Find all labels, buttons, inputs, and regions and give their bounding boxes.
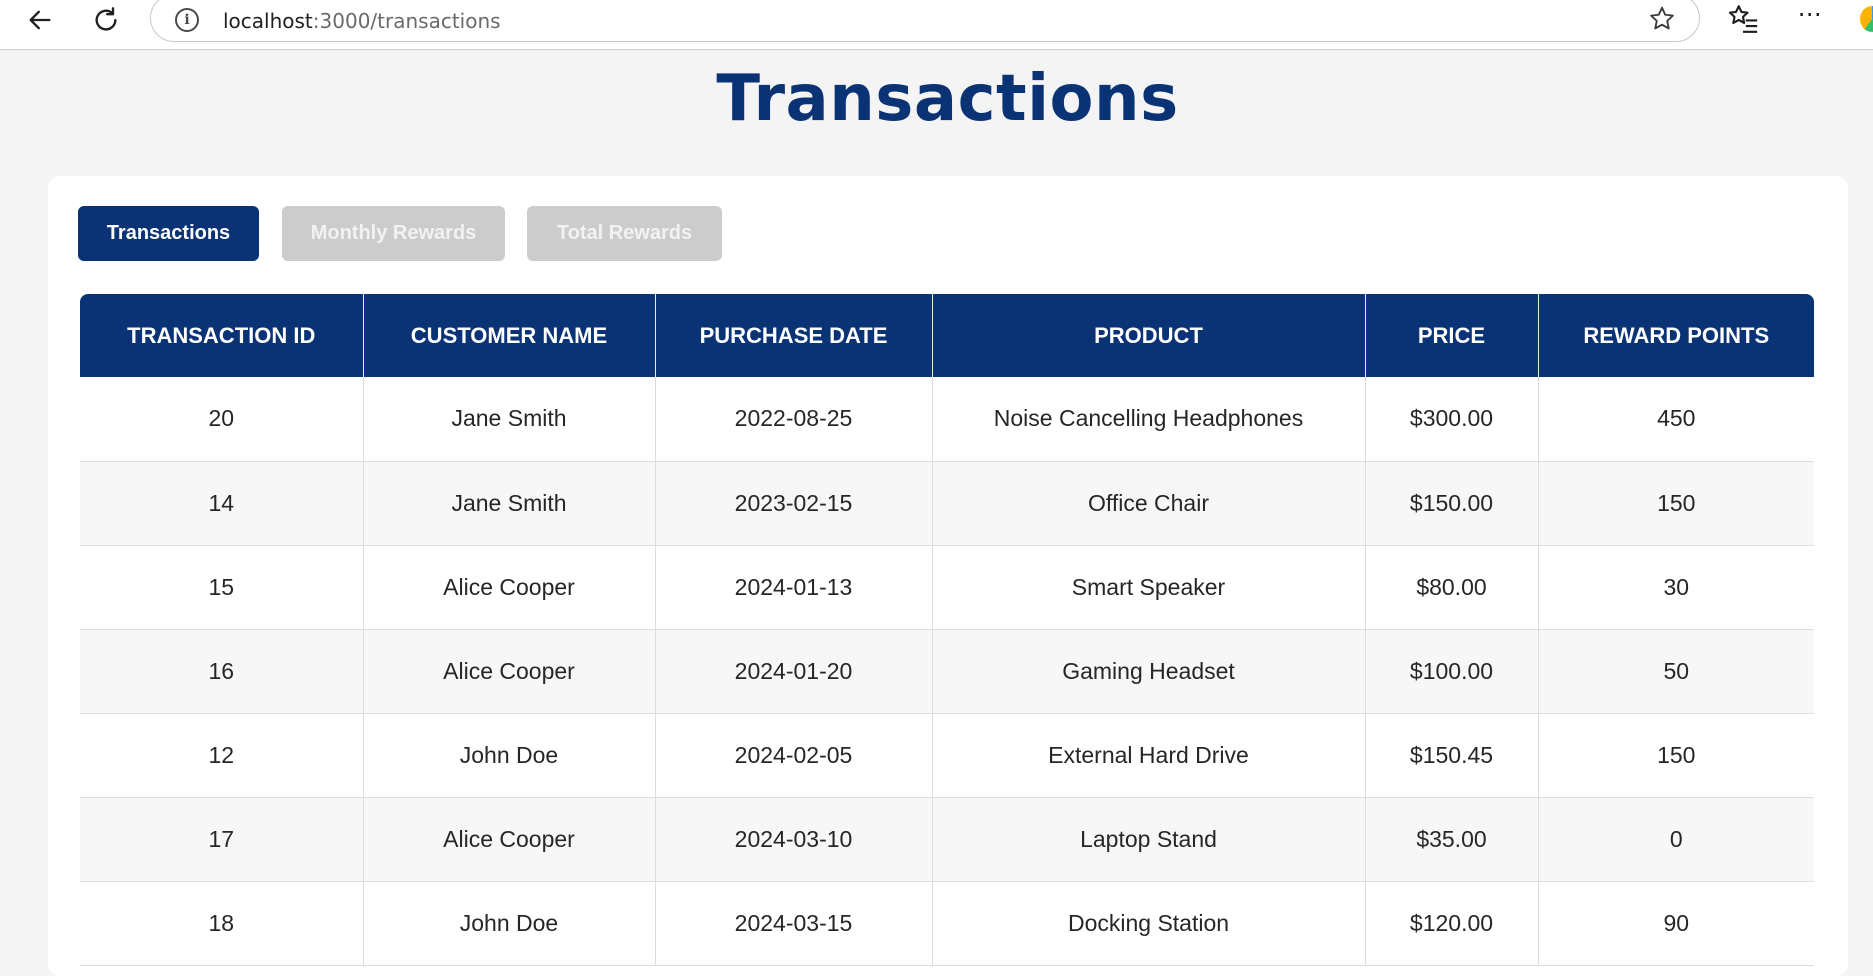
- table-row: 18 John Doe 2024-03-15 Docking Station $…: [80, 881, 1814, 966]
- cell-reward-points: 30: [1538, 545, 1814, 630]
- cell-reward-points: 0: [1538, 797, 1814, 882]
- content-card: Transactions Monthly Rewards Total Rewar…: [48, 176, 1848, 976]
- header-transaction-id[interactable]: TRANSACTION ID: [80, 294, 364, 377]
- cell-reward-points: 450: [1538, 377, 1814, 462]
- tab-monthly-rewards[interactable]: Monthly Rewards: [282, 206, 505, 261]
- cell-purchase-date: 2024-01-13: [655, 545, 933, 630]
- table-row: 12 John Doe 2024-02-05 External Hard Dri…: [80, 713, 1814, 798]
- cell-product: Office Chair: [932, 461, 1366, 546]
- cell-purchase-date: 2022-08-25: [655, 377, 933, 462]
- cell-product: Laptop Stand: [932, 797, 1366, 882]
- cell-reward-points: 150: [1538, 713, 1814, 798]
- cell-price: $300.00: [1365, 377, 1539, 462]
- cell-transaction-id: 15: [80, 545, 364, 630]
- header-reward-points[interactable]: REWARD POINTS: [1538, 294, 1814, 377]
- cell-reward-points: 90: [1538, 881, 1814, 966]
- cell-purchase-date: 2024-02-05: [655, 713, 933, 798]
- site-info-icon[interactable]: i: [175, 8, 199, 32]
- cell-price: $150.00: [1365, 461, 1539, 546]
- cell-transaction-id: 14: [80, 461, 364, 546]
- cell-customer-name: Jane Smith: [363, 461, 656, 546]
- cell-customer-name: Jane Smith: [363, 377, 656, 462]
- table-row: 15 Alice Cooper 2024-01-13 Smart Speaker…: [80, 545, 1814, 630]
- cell-customer-name: John Doe: [363, 881, 656, 966]
- url-text[interactable]: localhost:3000/transactions: [223, 9, 501, 33]
- cell-purchase-date: 2023-02-15: [655, 461, 933, 546]
- cell-price: $80.00: [1365, 545, 1539, 630]
- cell-transaction-id: 20: [80, 377, 364, 462]
- cell-purchase-date: 2024-03-10: [655, 797, 933, 882]
- table-row: 16 Alice Cooper 2024-01-20 Gaming Headse…: [80, 629, 1814, 714]
- cell-transaction-id: 16: [80, 629, 364, 714]
- address-bar[interactable]: i localhost:3000/transactions: [150, 0, 1700, 42]
- table-header-row: TRANSACTION ID CUSTOMER NAME PURCHASE DA…: [80, 294, 1814, 377]
- cell-price: $150.45: [1365, 713, 1539, 798]
- cell-transaction-id: 18: [80, 881, 364, 966]
- cell-purchase-date: 2024-03-15: [655, 881, 933, 966]
- cell-product: Smart Speaker: [932, 545, 1366, 630]
- cell-product: Docking Station: [932, 881, 1366, 966]
- cell-transaction-id: 17: [80, 797, 364, 882]
- browser-toolbar: i localhost:3000/transactions ⋯: [0, 0, 1873, 50]
- url-path: :3000/transactions: [312, 9, 501, 33]
- favorite-star-icon[interactable]: [1647, 4, 1677, 34]
- page-title: Transactions: [716, 62, 1179, 136]
- tab-total-rewards[interactable]: Total Rewards: [527, 206, 722, 261]
- tab-transactions[interactable]: Transactions: [78, 206, 259, 261]
- cell-purchase-date: 2024-01-20: [655, 629, 933, 714]
- cell-reward-points: 50: [1538, 629, 1814, 714]
- cell-customer-name: Alice Cooper: [363, 797, 656, 882]
- cell-price: $35.00: [1365, 797, 1539, 882]
- cell-price: $100.00: [1365, 629, 1539, 714]
- cell-customer-name: Alice Cooper: [363, 629, 656, 714]
- table-row: 17 Alice Cooper 2024-03-10 Laptop Stand …: [80, 797, 1814, 882]
- favorites-list-icon[interactable]: [1726, 2, 1760, 36]
- header-customer-name[interactable]: CUSTOMER NAME: [363, 294, 656, 377]
- cell-customer-name: John Doe: [363, 713, 656, 798]
- cell-product: Noise Cancelling Headphones: [932, 377, 1366, 462]
- header-product[interactable]: PRODUCT: [932, 294, 1366, 377]
- transactions-table: TRANSACTION ID CUSTOMER NAME PURCHASE DA…: [80, 294, 1814, 966]
- cell-product: Gaming Headset: [932, 629, 1366, 714]
- cell-reward-points: 150: [1538, 461, 1814, 546]
- cell-customer-name: Alice Cooper: [363, 545, 656, 630]
- table-row: 20 Jane Smith 2022-08-25 Noise Cancellin…: [80, 377, 1814, 462]
- cell-price: $120.00: [1365, 881, 1539, 966]
- reload-icon[interactable]: [88, 2, 124, 38]
- cell-product: External Hard Drive: [932, 713, 1366, 798]
- back-arrow-icon[interactable]: [22, 2, 58, 38]
- more-options-icon[interactable]: ⋯: [1792, 0, 1828, 36]
- url-host: localhost: [223, 9, 313, 33]
- header-price[interactable]: PRICE: [1365, 294, 1539, 377]
- cell-transaction-id: 12: [80, 713, 364, 798]
- header-purchase-date[interactable]: PURCHASE DATE: [655, 294, 933, 377]
- table-row: 14 Jane Smith 2023-02-15 Office Chair $1…: [80, 461, 1814, 546]
- profile-extension-icon[interactable]: [1860, 6, 1873, 32]
